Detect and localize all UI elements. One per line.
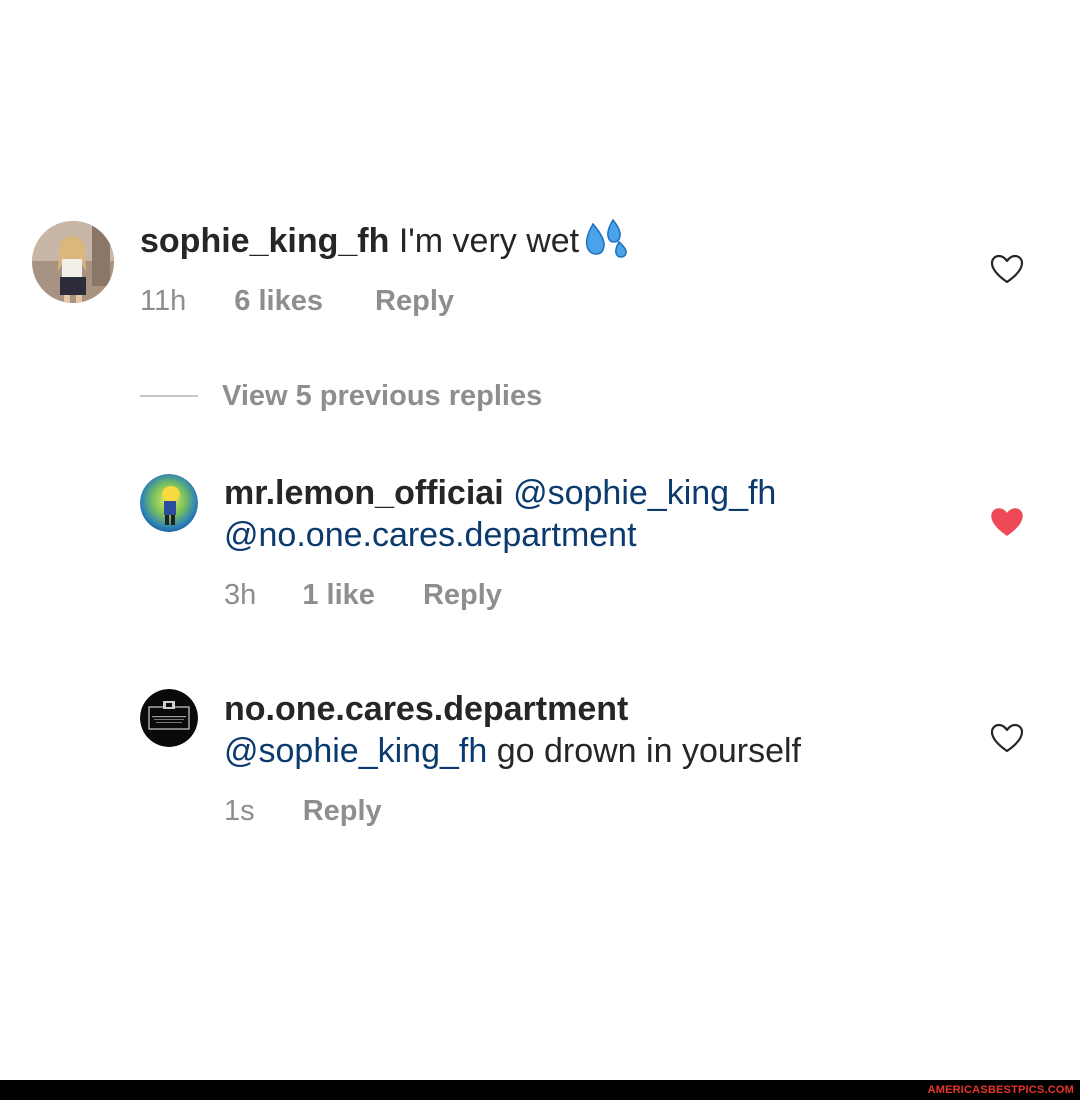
reply-button[interactable]: Reply	[375, 285, 454, 317]
like-heart-icon[interactable]	[990, 254, 1024, 284]
like-heart-icon[interactable]	[990, 723, 1024, 753]
comment-time: 3h	[224, 579, 257, 611]
mention-link[interactable]: @sophie_king_fh	[224, 732, 487, 770]
view-previous-replies[interactable]: View 5 previous replies	[140, 376, 542, 416]
comment-body: I'm very wet	[398, 222, 580, 260]
reply-button[interactable]: Reply	[303, 795, 382, 827]
avatar-no-one-cares[interactable]	[140, 689, 198, 747]
comment-text: no.one.cares.department	[224, 688, 628, 730]
comment-likes[interactable]: 1 like	[302, 579, 375, 611]
comment-time: 11h	[140, 285, 187, 317]
sweat-droplets-icon	[583, 218, 629, 268]
watermark-text: AMERICASBESTPICS.COM	[927, 1084, 1074, 1096]
comment-meta: 11h 6 likes Reply	[140, 284, 454, 318]
comment-text: mr.lemon_officiai @sophie_king_fh	[224, 472, 776, 514]
view-replies-label: View 5 previous replies	[222, 379, 543, 412]
comment-text: sophie_king_fh I'm very wet	[140, 218, 629, 268]
comment-username[interactable]: no.one.cares.department	[224, 690, 628, 728]
avatar-sophie[interactable]	[32, 221, 114, 303]
comment-username[interactable]: sophie_king_fh	[140, 222, 389, 260]
comment-meta: 3h 1 like Reply	[224, 578, 502, 612]
comment-meta: 1s Reply	[224, 794, 382, 828]
divider	[140, 395, 198, 397]
comments-screen: sophie_king_fh I'm very wet 11h 6 likes …	[0, 0, 1080, 1100]
comment-text-line-2: @sophie_king_fh go drown in yourself	[224, 730, 801, 772]
avatar-mr-lemon[interactable]	[140, 474, 198, 532]
mention-link[interactable]: @no.one.cares.department	[224, 516, 637, 554]
mention-link[interactable]: @sophie_king_fh	[513, 474, 776, 512]
comment-body: go drown in yourself	[496, 732, 801, 770]
comment-likes[interactable]: 6 likes	[234, 285, 323, 317]
comment-username[interactable]: mr.lemon_officiai	[224, 474, 504, 512]
reply-button[interactable]: Reply	[423, 579, 502, 611]
comment-text-line-2: @no.one.cares.department	[224, 514, 637, 556]
liked-heart-icon[interactable]	[990, 507, 1024, 537]
watermark-bar: AMERICASBESTPICS.COM	[0, 1080, 1080, 1100]
comment-time: 1s	[224, 795, 255, 827]
